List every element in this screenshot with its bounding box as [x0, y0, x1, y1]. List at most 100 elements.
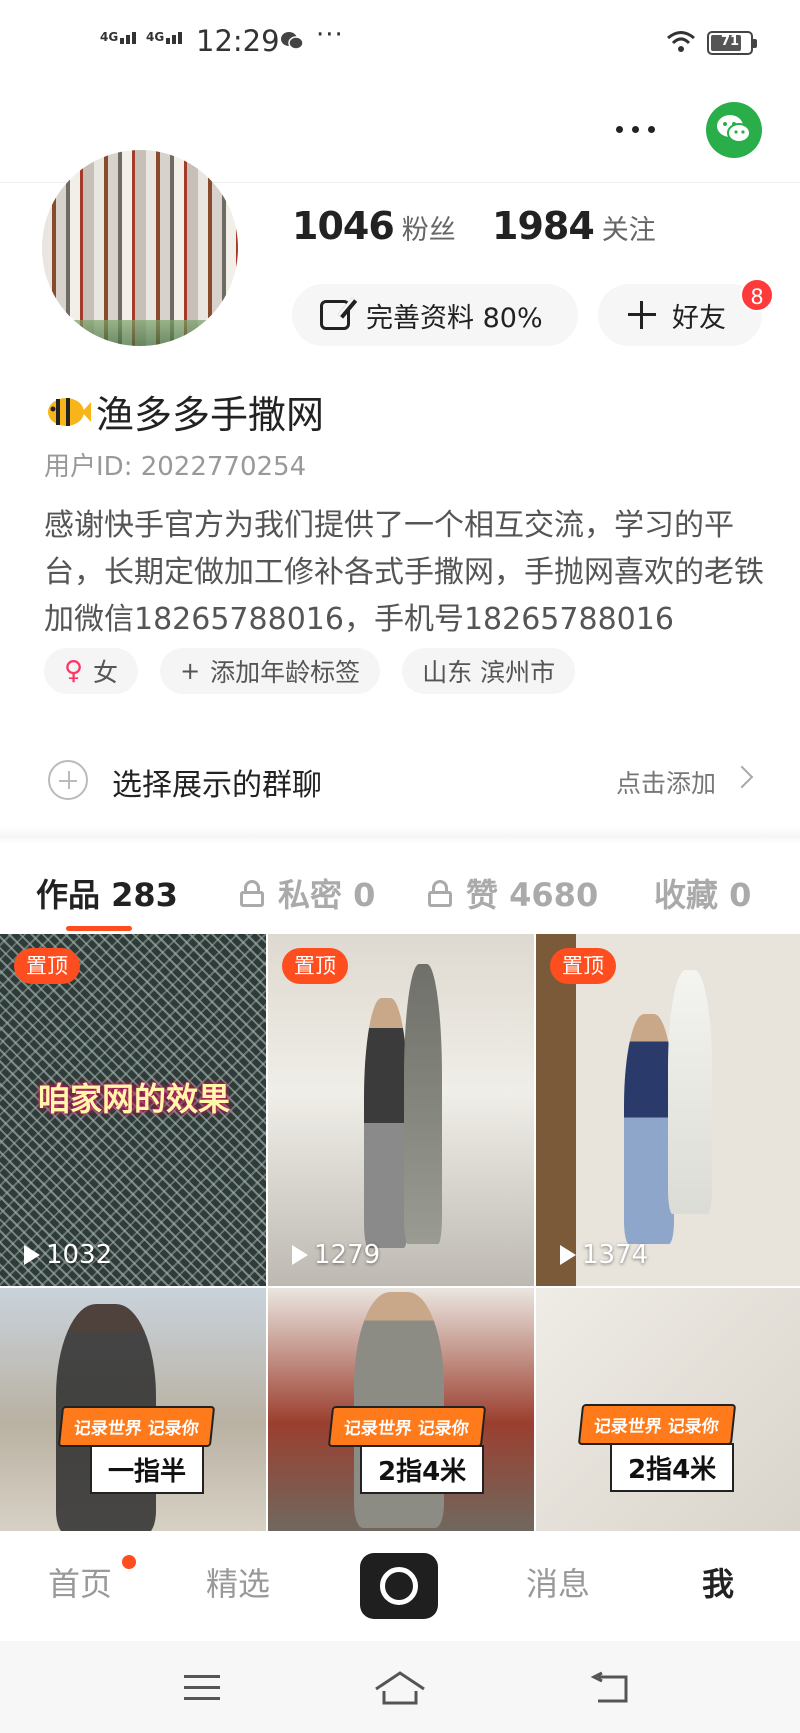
nav-featured[interactable]: 精选 [206, 1559, 270, 1605]
lock-icon [240, 880, 264, 907]
battery-level: 71 [720, 34, 740, 49]
fans-stat[interactable]: 1046 粉丝 [292, 204, 456, 248]
user-id[interactable]: 用户ID: 2022770254 [44, 446, 306, 483]
tab-private[interactable]: 私密 0 [240, 870, 375, 916]
add-friend-button[interactable]: 好友 [598, 284, 762, 346]
video-thumbnail[interactable]: 置顶 1279 [268, 934, 534, 1286]
wechat-share-button[interactable] [706, 102, 762, 158]
play-count: 1032 [24, 1240, 112, 1270]
video-thumbnail[interactable]: 置顶 1374 [536, 934, 800, 1286]
following-stat[interactable]: 1984 关注 [492, 204, 656, 248]
sticker-slogan: 记录世界 记录你 [577, 1404, 737, 1445]
nav-me[interactable]: 我 [702, 1559, 734, 1605]
play-icon [292, 1245, 308, 1265]
female-icon: ♀ [64, 656, 84, 686]
video-sticker: 记录世界 记录你 2指4米 [577, 1404, 737, 1492]
sticker-slogan: 记录世界 记录你 [57, 1406, 216, 1447]
fans-label: 粉丝 [401, 215, 456, 246]
home-icon[interactable] [374, 1671, 426, 1705]
add-age-tag[interactable]: + 添加年龄标签 [160, 648, 381, 694]
network-type-sim1: 4G [100, 30, 119, 44]
gender-label: 女 [93, 658, 119, 687]
video-thumbnail[interactable]: 记录世界 记录你 2指4米 [268, 1288, 534, 1531]
username: 渔多多手撒网 [96, 393, 325, 437]
play-count: 1374 [560, 1240, 648, 1270]
add-age-label: 添加年龄标签 [210, 658, 361, 687]
play-icon [24, 1245, 40, 1265]
video-caption-overlay: 咱家网的效果 [38, 1080, 231, 1118]
pinned-badge: 置顶 [282, 948, 348, 984]
video-thumbnail[interactable]: 置顶 咱家网的效果 1032 [0, 934, 266, 1286]
group-chat-add-link[interactable]: 点击添加 [616, 764, 716, 800]
tab-likes[interactable]: 赞 4680 [428, 870, 598, 916]
play-count: 1279 [292, 1240, 380, 1270]
play-count-value: 1374 [582, 1240, 649, 1270]
sticker-slogan: 记录世界 记录你 [327, 1406, 487, 1447]
video-thumbnail[interactable]: 记录世界 记录你 2指4米 [536, 1288, 800, 1531]
tab-likes-label: 赞 4680 [466, 876, 599, 914]
gender-tag[interactable]: ♀ 女 [44, 648, 139, 694]
status-time: 12:29 [196, 24, 280, 58]
camera-record-button[interactable] [360, 1553, 438, 1619]
profile-tags: ♀ 女 + 添加年龄标签 山东 滨州市 [44, 648, 576, 694]
sticker-caption: 2指4米 [610, 1443, 735, 1492]
add-friend-label: 好友 [672, 302, 726, 334]
video-thumbnail[interactable]: 记录世界 记录你 一指半 [0, 1288, 266, 1531]
edit-profile-button[interactable]: 完善资料 80% [292, 284, 578, 346]
chevron-right-icon [730, 765, 754, 789]
tab-private-label: 私密 0 [278, 876, 376, 914]
sticker-caption: 2指4米 [360, 1445, 485, 1494]
active-tab-indicator [66, 926, 132, 931]
group-chat-label: 选择展示的群聊 [112, 768, 322, 803]
home-notification-dot [122, 1555, 136, 1569]
username-row: 渔多多手撒网 [44, 384, 324, 439]
signal-icon-sim2: 4G [146, 30, 184, 44]
following-count: 1984 [492, 204, 595, 248]
more-options-button[interactable] [612, 108, 660, 148]
play-count-value: 1032 [46, 1240, 113, 1270]
play-count-value: 1279 [314, 1240, 381, 1270]
location-tag[interactable]: 山东 滨州市 [402, 648, 576, 694]
nav-home[interactable]: 首页 [48, 1559, 112, 1605]
section-divider [0, 826, 800, 844]
battery-icon: 71 [707, 31, 757, 55]
pinned-badge: 置顶 [14, 948, 80, 984]
video-sticker: 记录世界 记录你 2指4米 [327, 1406, 487, 1494]
wechat-notification-icon [281, 32, 304, 50]
more-notifications-icon: ··· [316, 20, 344, 50]
edit-profile-label: 完善资料 80% [366, 302, 543, 334]
wifi-icon [667, 31, 695, 52]
tab-works-label: 作品 283 [36, 876, 178, 914]
wechat-icon [717, 115, 751, 143]
content-tabs: 作品 283 私密 0 赞 4680 收藏 0 [0, 862, 800, 932]
plus-icon [628, 301, 656, 329]
play-icon [560, 1245, 576, 1265]
fans-count: 1046 [292, 204, 395, 248]
video-sticker: 记录世界 记录你 一指半 [57, 1406, 216, 1494]
network-type-sim2: 4G [146, 30, 165, 44]
video-grid: 置顶 咱家网的效果 1032 置顶 1279 置顶 1374 记录世界 记录你 … [0, 934, 800, 1531]
following-label: 关注 [601, 215, 656, 246]
group-chat-row[interactable]: 选择展示的群聊 点击添加 [0, 748, 800, 814]
system-nav-bar [0, 1641, 800, 1733]
sticker-caption: 一指半 [90, 1445, 205, 1494]
fish-emoji-icon [48, 397, 91, 426]
pinned-badge: 置顶 [550, 948, 616, 984]
add-circle-icon [48, 760, 88, 800]
lock-icon [428, 880, 452, 907]
status-bar: 4G 4G 12:29 ··· 71 [0, 0, 800, 88]
friend-request-badge: 8 [740, 278, 774, 312]
back-icon[interactable] [590, 1671, 630, 1705]
bottom-nav: 首页 精选 消息 我 [0, 1531, 800, 1641]
signal-icon-sim1: 4G [100, 30, 138, 44]
location-label: 山东 滨州市 [422, 658, 556, 687]
edit-icon [320, 300, 350, 330]
nav-messages[interactable]: 消息 [526, 1559, 590, 1605]
avatar[interactable] [42, 150, 238, 346]
tab-works[interactable]: 作品 283 [36, 870, 178, 916]
plus-small-icon: + [180, 657, 201, 685]
bio-text: 感谢快手官方为我们提供了一个相互交流，学习的平台，长期定做加工修补各式手撒网，手… [44, 508, 764, 637]
tab-favorites[interactable]: 收藏 0 [654, 870, 751, 916]
tab-favorites-label: 收藏 0 [654, 876, 752, 914]
menu-icon[interactable] [184, 1675, 220, 1701]
